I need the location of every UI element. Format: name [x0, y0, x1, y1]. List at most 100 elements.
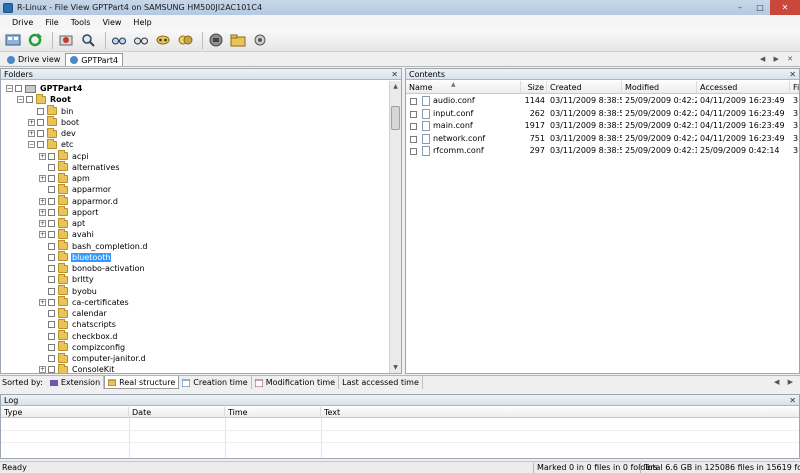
folder-checkbox[interactable]	[15, 85, 22, 92]
folder-checkbox[interactable]	[37, 107, 44, 115]
folder-checkbox[interactable]	[48, 310, 55, 317]
close-button[interactable]: ✕	[770, 0, 800, 15]
tree-row[interactable]: + apm	[39, 172, 91, 184]
folder-checkbox[interactable]	[48, 197, 55, 205]
tree-row[interactable]: + avahi	[39, 228, 95, 240]
expand-toggle-icon[interactable]: +	[39, 231, 46, 239]
tree-row[interactable]: + acpi	[39, 150, 90, 162]
table-row[interactable]: input.conf 262 03/11/2009 8:38:54 25/09/200…	[406, 108, 799, 120]
tree-row[interactable]: calendar	[39, 307, 108, 319]
folder-checkbox[interactable]	[48, 287, 55, 295]
maximize-button[interactable]: □	[750, 0, 770, 15]
menu-view[interactable]: View	[96, 18, 127, 27]
expand-toggle-icon[interactable]: +	[28, 130, 35, 137]
view-button[interactable]	[110, 31, 128, 49]
tree-row[interactable]: + apt	[39, 217, 86, 229]
tree-row[interactable]: + ConsoleKit	[39, 363, 115, 373]
expand-toggle-icon[interactable]: +	[39, 208, 46, 216]
sort-tab-modification-time[interactable]: Modification time	[252, 376, 340, 389]
view-search-button[interactable]	[132, 31, 150, 49]
menu-help[interactable]: Help	[127, 18, 157, 27]
expand-toggle-icon[interactable]: −	[17, 96, 24, 104]
tree-row[interactable]: compizconfig	[39, 341, 126, 353]
scroll-thumb[interactable]	[391, 106, 400, 130]
drive-map-button[interactable]	[4, 31, 22, 49]
expand-toggle-icon[interactable]: +	[39, 220, 46, 227]
scroll-down-icon[interactable]: ▼	[390, 362, 401, 373]
folder-checkbox[interactable]	[48, 208, 55, 216]
column-name[interactable]: Name	[406, 81, 521, 94]
folder-checkbox[interactable]	[37, 130, 44, 137]
tree-row[interactable]: bash_completion.d	[39, 240, 148, 252]
close-icon[interactable]: ✕	[789, 69, 796, 80]
folder-checkbox[interactable]	[48, 175, 55, 182]
table-row[interactable]: network.conf 751 03/11/2009 8:38:54 25/09/2…	[406, 133, 799, 145]
tab-drive-view[interactable]: Drive view	[2, 53, 65, 66]
folder-checkbox[interactable]	[37, 141, 44, 149]
folders-scrollbar[interactable]: ▲ ▼	[389, 81, 401, 373]
tree-row[interactable]: brltty	[39, 273, 95, 285]
tab-navigation[interactable]: ◀ ▶ ✕	[760, 55, 796, 63]
tree-row[interactable]: chatscripts	[39, 318, 117, 330]
log-column-time[interactable]: Time	[225, 407, 321, 418]
tree-row[interactable]: bluetooth	[39, 251, 112, 263]
folder-checkbox[interactable]	[48, 242, 55, 250]
sort-tab-extension[interactable]: Extension	[47, 376, 105, 389]
folder-checkbox[interactable]	[48, 343, 55, 351]
tree-row[interactable]: byobu	[39, 285, 98, 297]
expand-toggle-icon[interactable]: +	[39, 298, 46, 306]
tree-row[interactable]: − GPTPart4	[6, 83, 83, 94]
expand-toggle-icon[interactable]: −	[28, 141, 35, 149]
folder-checkbox[interactable]	[48, 231, 55, 239]
tree-row[interactable]: + ca-certificates	[39, 296, 130, 308]
tree-row[interactable]: bin	[28, 105, 74, 117]
tree-row[interactable]: + boot	[28, 116, 80, 128]
column-size[interactable]: Size	[521, 81, 547, 94]
tree-row[interactable]: bonobo-activation	[39, 262, 146, 274]
expand-toggle-icon[interactable]: +	[28, 118, 35, 126]
folder-checkbox[interactable]	[48, 253, 55, 261]
expand-toggle-icon[interactable]: +	[39, 366, 46, 373]
scan-button[interactable]	[57, 31, 75, 49]
folder-checkbox[interactable]	[48, 321, 55, 329]
expand-toggle-icon[interactable]: −	[6, 85, 13, 92]
stop-button[interactable]	[207, 31, 225, 49]
mask-button[interactable]	[154, 31, 172, 49]
folder-checkbox[interactable]	[48, 265, 55, 272]
expand-toggle-icon[interactable]: +	[39, 152, 46, 160]
folder-checkbox[interactable]	[48, 163, 55, 171]
log-column-date[interactable]: Date	[129, 407, 225, 418]
column-more[interactable]: Fi	[790, 81, 799, 94]
file-checkbox[interactable]	[410, 110, 417, 118]
tree-row[interactable]: + dev	[28, 127, 77, 139]
sort-tab-navigation[interactable]: ◀ ▶	[774, 378, 796, 386]
tree-row[interactable]: apparmor	[39, 183, 112, 195]
tab-gptpart4[interactable]: GPTPart4	[65, 53, 124, 66]
table-row[interactable]: rfcomm.conf 297 03/11/2009 8:38:54 25/09/20…	[406, 145, 799, 157]
menu-tools[interactable]: Tools	[65, 18, 97, 27]
scroll-up-icon[interactable]: ▲	[390, 81, 401, 92]
sort-tab-creation-time[interactable]: Creation time	[179, 376, 252, 389]
close-icon[interactable]: ✕	[391, 69, 398, 80]
tree-row[interactable]: computer-janitor.d	[39, 352, 147, 364]
recover-button[interactable]	[176, 31, 194, 49]
refresh-button[interactable]	[26, 31, 44, 49]
folder-checkbox[interactable]	[48, 332, 55, 340]
folder-checkbox[interactable]	[48, 366, 55, 373]
file-checkbox[interactable]	[410, 123, 417, 130]
folder-checkbox[interactable]	[26, 96, 33, 104]
menu-file[interactable]: File	[39, 18, 64, 27]
tree-row[interactable]: + apparmor.d	[39, 195, 119, 207]
tree-row[interactable]: alternatives	[39, 161, 121, 173]
tree-row[interactable]: + apport	[39, 206, 99, 218]
settings-button[interactable]	[251, 31, 269, 49]
table-row[interactable]: main.conf 1917 03/11/2009 8:38:54 25/09/200…	[406, 120, 799, 132]
open-folder-button[interactable]	[229, 31, 247, 49]
folder-checkbox[interactable]	[48, 298, 55, 306]
tree-row[interactable]: checkbox.d	[39, 330, 119, 342]
minimize-button[interactable]: –	[730, 0, 750, 15]
column-created[interactable]: Created	[547, 81, 622, 94]
column-accessed[interactable]: Accessed	[697, 81, 790, 94]
close-icon[interactable]: ✕	[789, 395, 796, 406]
find-button[interactable]	[79, 31, 97, 49]
